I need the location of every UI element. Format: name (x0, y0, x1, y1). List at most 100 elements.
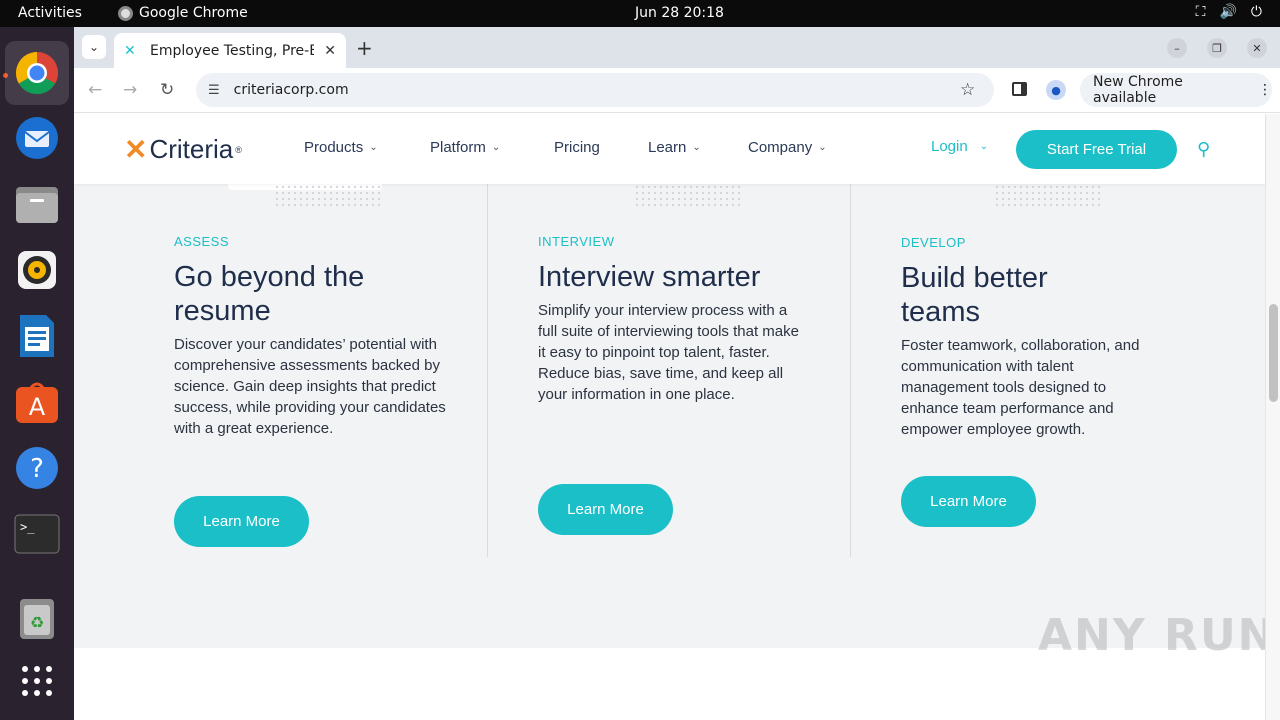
dock-writer[interactable] (13, 312, 61, 360)
back-button[interactable]: ← (88, 80, 102, 100)
chevron-down-icon: ⌄ (88, 40, 100, 54)
side-panel-icon[interactable] (1012, 82, 1027, 96)
system-top-bar: Activities Google Chrome Jun 28 20:18 ⛶ … (0, 0, 1280, 27)
trash-icon: ♻ (20, 599, 54, 639)
address-bar[interactable]: ☰ criteriacorp.com (196, 73, 994, 107)
learn-more-button[interactable]: Learn More (174, 496, 309, 547)
page-viewport: ✕ Criteria ® Products ⌄ Platform ⌄ Pricing … (74, 114, 1280, 720)
column-divider (487, 184, 488, 557)
chrome-icon (15, 51, 59, 95)
anyrun-watermark: ANY RUN (1038, 610, 1277, 661)
feature-columns: ASSESS Go beyond the resume Discover you… (74, 174, 1265, 644)
forward-button[interactable]: → (123, 80, 137, 100)
chevron-down-icon: ⌄ (692, 142, 701, 153)
site-settings-icon[interactable]: ☰ (208, 83, 220, 98)
dock-app-center[interactable]: A (13, 378, 61, 426)
reload-button[interactable]: ↻ (160, 80, 174, 100)
chrome-window: ⌄ ✕ Employee Testing, Pre-E ✕ + – ❐ ✕ ← … (74, 27, 1280, 720)
start-free-trial-button[interactable]: Start Free Trial (1016, 130, 1177, 169)
site-header: ✕ Criteria ® Products ⌄ Platform ⌄ Pricing … (74, 114, 1265, 184)
system-tray[interactable]: ⛶ 🔊 ⏻ (1196, 4, 1262, 20)
registered-mark: ® (235, 144, 242, 155)
search-icon[interactable]: ⚲ (1197, 139, 1210, 160)
chevron-down-icon: ⌄ (491, 142, 501, 153)
eyebrow-label: DEVELOP (901, 235, 966, 250)
dot-pattern (634, 184, 744, 206)
page-scrollbar[interactable] (1265, 114, 1280, 720)
app-center-icon: A (16, 382, 58, 423)
svg-text:>_: >_ (20, 520, 35, 534)
dock-show-apps[interactable] (13, 657, 61, 705)
learn-more-button[interactable]: Learn More (538, 484, 673, 535)
new-tab-button[interactable]: + (356, 36, 373, 60)
column-divider (850, 184, 851, 557)
nav-pricing[interactable]: Pricing (554, 139, 600, 156)
nav-learn[interactable]: Learn ⌄ (648, 139, 701, 156)
power-icon: ⏻ (1250, 4, 1262, 20)
activities-button[interactable]: Activities (18, 5, 82, 21)
eyebrow-label: ASSESS (174, 234, 230, 249)
rhythmbox-icon (18, 251, 56, 289)
browser-toolbar: ← → ↻ ☰ criteriacorp.com ☆ ● New Chrome … (74, 68, 1280, 113)
url-text: criteriacorp.com (233, 82, 349, 98)
dock-help[interactable]: ? (13, 444, 61, 492)
dot-pattern (994, 184, 1104, 206)
nav-label: Products (304, 139, 364, 156)
criteria-logo[interactable]: ✕ Criteria ® (124, 133, 242, 166)
more-menu-icon: ⋮ (1258, 82, 1272, 98)
dock-thunderbird[interactable] (13, 114, 61, 162)
nav-platform[interactable]: Platform ⌄ (430, 139, 500, 156)
minimize-button[interactable]: – (1167, 38, 1187, 58)
feature-heading: Interview smarter (538, 261, 761, 293)
tab-search-button[interactable]: ⌄ (82, 35, 106, 59)
feature-heading: Build better teams (901, 262, 1048, 328)
new-chrome-label: New Chrome available (1093, 74, 1183, 106)
dock-trash[interactable]: ♻ (13, 594, 61, 642)
scrollbar-thumb[interactable] (1269, 304, 1278, 402)
profile-avatar-icon[interactable]: ● (1046, 80, 1066, 100)
criteria-favicon-icon: ✕ (124, 42, 136, 59)
dock-chrome[interactable] (5, 41, 69, 105)
chevron-down-icon: ⌄ (979, 141, 989, 152)
nav-label: Pricing (554, 139, 600, 156)
tab-title: Employee Testing, Pre-E (150, 42, 315, 59)
feature-body: Discover your candidates’ potential with… (174, 336, 446, 437)
dock-rhythmbox[interactable] (13, 246, 61, 294)
chevron-down-icon: ⌄ (818, 142, 827, 153)
active-app-name: Google Chrome (139, 5, 248, 21)
logo-text: Criteria (149, 134, 234, 164)
volume-icon: 🔊 (1219, 4, 1237, 20)
dock-terminal[interactable]: >_ (13, 510, 61, 558)
help-icon: ? (16, 447, 58, 489)
tab-strip: ⌄ ✕ Employee Testing, Pre-E ✕ + – ❐ ✕ (74, 27, 1280, 68)
new-chrome-available-button[interactable]: New Chrome available ⋮ (1080, 73, 1272, 107)
thunderbird-icon (16, 117, 58, 159)
nav-products[interactable]: Products ⌄ (304, 139, 378, 156)
application-dock: A ? >_ ♻ (0, 27, 74, 720)
nav-label: Company (748, 139, 813, 156)
clock[interactable]: Jun 28 20:18 (635, 5, 724, 21)
dock-files[interactable] (13, 180, 61, 228)
svg-text:?: ? (30, 454, 44, 484)
login-label: Login (931, 138, 968, 155)
nav-label: Learn (648, 139, 687, 156)
feature-body: Simplify your interview process with a f… (538, 302, 799, 403)
chrome-small-icon (118, 5, 133, 21)
feature-body: Foster teamwork, collaboration, and comm… (901, 337, 1140, 438)
learn-more-button[interactable]: Learn More (901, 476, 1036, 527)
bookmark-star-icon[interactable]: ☆ (960, 80, 975, 100)
restore-button[interactable]: ❐ (1207, 38, 1227, 58)
dot-pattern (274, 184, 384, 206)
files-icon (16, 187, 58, 223)
network-icon: ⛶ (1195, 4, 1206, 20)
tab-close-icon[interactable]: ✕ (324, 43, 336, 59)
libreoffice-writer-icon (20, 315, 54, 357)
feature-heading: Go beyond the resume (174, 261, 365, 327)
active-tab[interactable]: ✕ Employee Testing, Pre-E ✕ (114, 33, 346, 68)
active-app-indicator[interactable]: Google Chrome (118, 5, 248, 21)
close-window-button[interactable]: ✕ (1247, 38, 1267, 58)
eyebrow-label: INTERVIEW (538, 234, 615, 249)
login-dropdown[interactable]: Login ⌄ (931, 138, 988, 155)
nav-company[interactable]: Company ⌄ (748, 139, 827, 156)
terminal-icon: >_ (14, 514, 60, 554)
